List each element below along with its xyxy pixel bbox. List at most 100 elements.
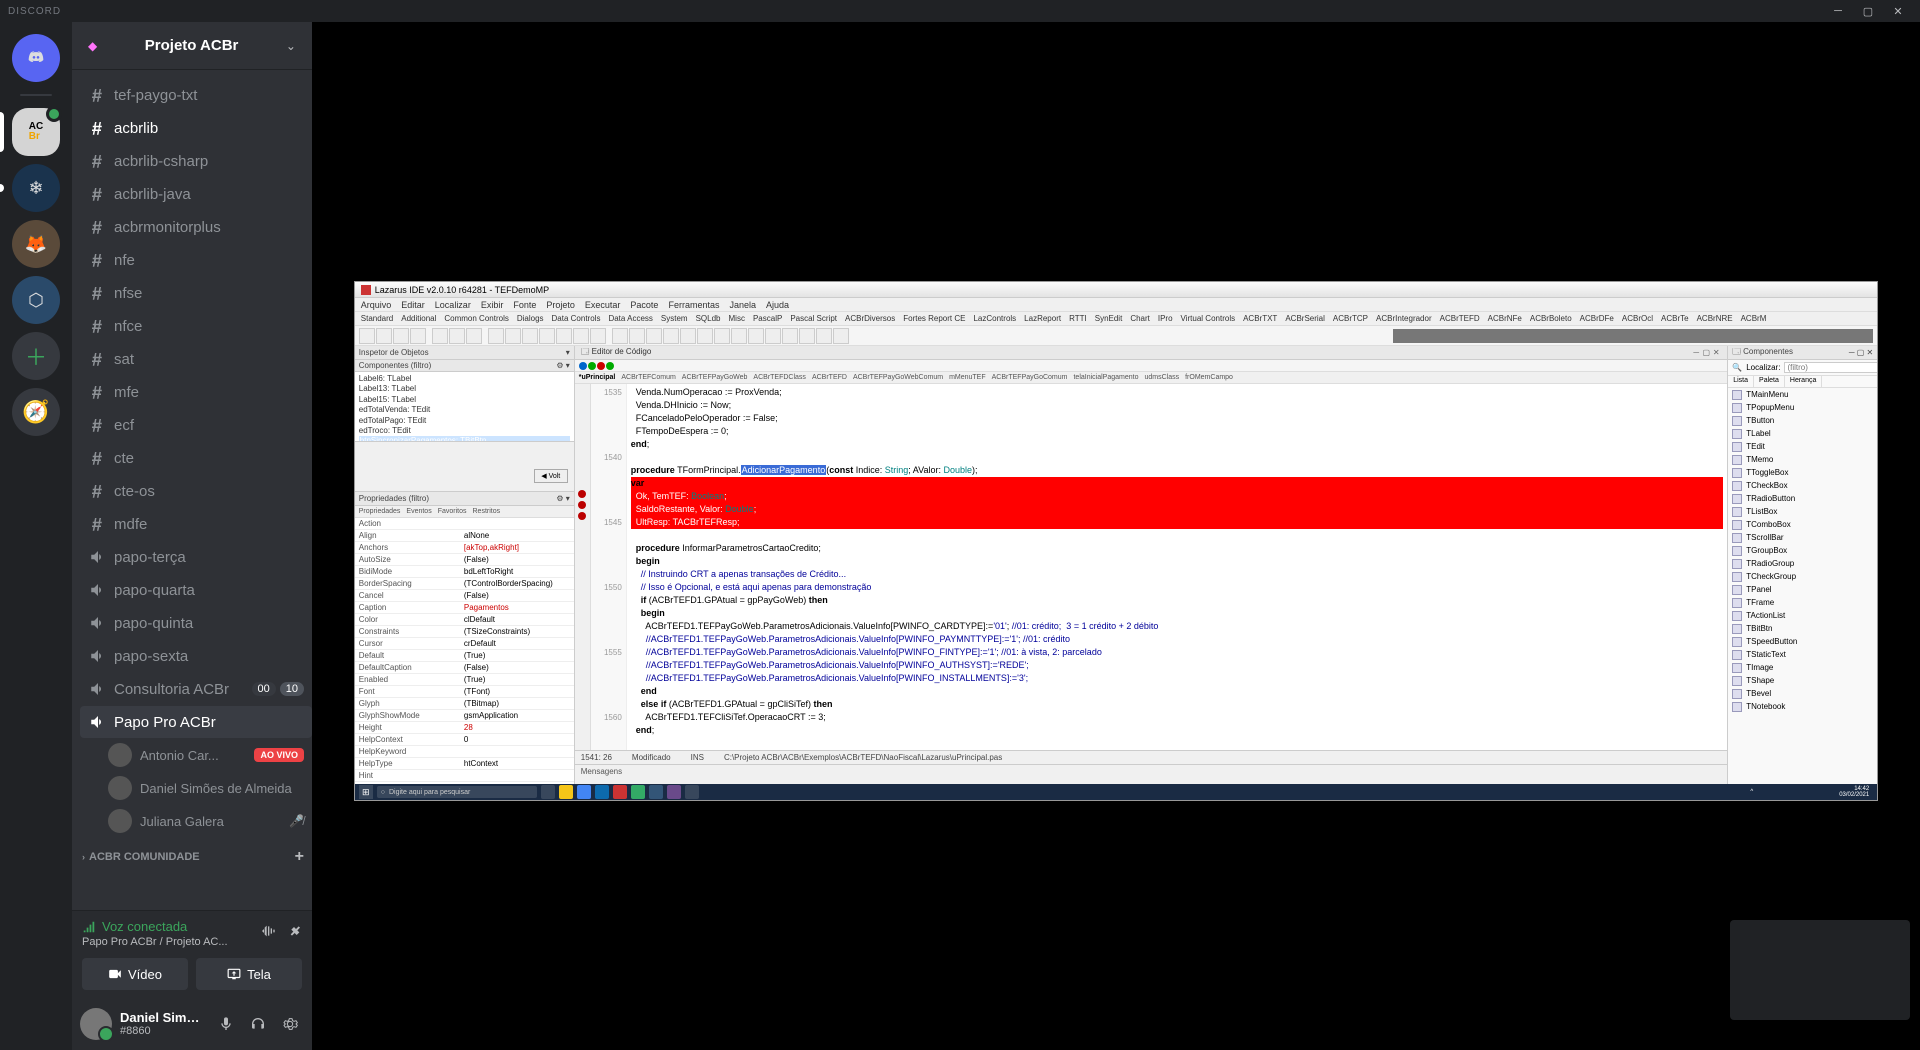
active-voice-channel[interactable]: Papo Pro ACBr	[80, 706, 312, 738]
component-item[interactable]: TStaticText	[1728, 648, 1877, 661]
component-item[interactable]: TRadioButton	[1728, 492, 1877, 505]
mute-button[interactable]	[212, 1010, 240, 1038]
video-button[interactable]: Vídeo	[82, 958, 188, 990]
voice-channel[interactable]: papo-terça	[80, 541, 312, 573]
editor-tab[interactable]: ACBrTEFPayGoComum	[992, 374, 1068, 381]
text-channel[interactable]: tef-paygo-txt	[80, 79, 312, 111]
menu-item[interactable]: Editar	[401, 300, 425, 310]
palette-tab[interactable]: System	[661, 314, 688, 323]
close-button[interactable]: ✕	[1884, 0, 1912, 22]
prop-name[interactable]: Align	[355, 530, 460, 542]
object-inspector[interactable]: Inspetor de Objetos▾ Componentes (filtro…	[355, 346, 575, 784]
editor-tab[interactable]: ACBrTEFDClass	[753, 374, 806, 381]
prop-value[interactable]: (TControlBorderSpacing)	[460, 578, 574, 590]
taskbar-clock[interactable]: 14:4203/02/2021	[1835, 786, 1873, 798]
task-view-button[interactable]	[541, 785, 555, 799]
palette-tab[interactable]: ACBrOcl	[1622, 314, 1653, 323]
palette-tab[interactable]: Standard	[361, 314, 393, 323]
component-item[interactable]: TPanel	[1728, 583, 1877, 596]
component-item[interactable]: TScrollBar	[1728, 531, 1877, 544]
prop-name[interactable]: Caption	[355, 602, 460, 614]
palette-tab[interactable]: Common Controls	[444, 314, 508, 323]
editor-tab[interactable]: ACBrTEFPayGoWebComum	[853, 374, 943, 381]
palette-tab[interactable]: IPro	[1158, 314, 1173, 323]
prop-value[interactable]: gsmApplication	[460, 710, 574, 722]
text-channel[interactable]: nfe	[80, 244, 312, 276]
prop-name[interactable]: Font	[355, 686, 460, 698]
editor-tab[interactable]: mMenuTEF	[949, 374, 986, 381]
component-item[interactable]: TListBox	[1728, 505, 1877, 518]
ide-toolbar[interactable]	[355, 326, 1877, 346]
server-item[interactable]: 🦊	[12, 220, 60, 268]
prop-value[interactable]: 28	[460, 722, 574, 734]
component-item[interactable]: TBevel	[1728, 687, 1877, 700]
taskbar-app[interactable]	[613, 785, 627, 799]
palette-tab[interactable]: Dialogs	[517, 314, 544, 323]
palette-tab[interactable]: Virtual Controls	[1181, 314, 1236, 323]
tree-node[interactable]: edTroco: TEdit	[359, 426, 570, 436]
prop-value[interactable]: alNone	[460, 530, 574, 542]
palette-tab[interactable]: SynEdit	[1095, 314, 1123, 323]
voice-user[interactable]: Daniel Simões de Almeida	[80, 772, 312, 804]
component-item[interactable]: TShape	[1728, 674, 1877, 687]
system-tray[interactable]: ^	[1750, 787, 1831, 797]
taskbar-app[interactable]	[685, 785, 699, 799]
noise-suppress-button[interactable]	[260, 923, 276, 944]
component-item[interactable]: TCheckGroup	[1728, 570, 1877, 583]
server-item[interactable]: ⬡	[12, 276, 60, 324]
text-channel[interactable]: mfe	[80, 376, 312, 408]
prop-name[interactable]: Enabled	[355, 674, 460, 686]
voice-channel[interactable]: Consultoria ACBr0010	[80, 673, 312, 705]
deafen-button[interactable]	[244, 1010, 272, 1038]
settings-button[interactable]	[276, 1010, 304, 1038]
menu-item[interactable]: Arquivo	[361, 300, 392, 310]
palette-tab[interactable]: PascalP	[753, 314, 782, 323]
palette-tab[interactable]: ACBrTe	[1661, 314, 1689, 323]
breakpoint-icon[interactable]	[578, 501, 586, 509]
text-channel[interactable]: acbrlib-csharp	[80, 145, 312, 177]
component-item[interactable]: TNotebook	[1728, 700, 1877, 713]
voice-channel[interactable]: papo-sexta	[80, 640, 312, 672]
start-button[interactable]: ⊞	[359, 785, 373, 799]
component-item[interactable]: TMemo	[1728, 453, 1877, 466]
prop-value[interactable]: clDefault	[460, 614, 574, 626]
minimize-button[interactable]: ─	[1824, 0, 1852, 22]
prop-value[interactable]	[460, 518, 574, 530]
component-item[interactable]: TToggleBox	[1728, 466, 1877, 479]
code-editor[interactable]: 🗔 Editor de Código ─▢✕ *uPrincipalACBrTE…	[575, 346, 1727, 784]
prop-name[interactable]: BidiMode	[355, 566, 460, 578]
prop-value[interactable]: (TSizeConstraints)	[460, 626, 574, 638]
palette-tab[interactable]: ACBrM	[1741, 314, 1767, 323]
palette-tab[interactable]: ACBrSerial	[1285, 314, 1325, 323]
menu-item[interactable]: Janela	[729, 300, 756, 310]
palette-tab[interactable]: ACBrDiversos	[845, 314, 895, 323]
prop-name[interactable]: HelpContext	[355, 734, 460, 746]
user-avatar[interactable]	[80, 1008, 112, 1040]
breakpoint-icon[interactable]	[578, 512, 586, 520]
prop-name[interactable]: DefaultCaption	[355, 662, 460, 674]
prop-value[interactable]: (False)	[460, 590, 574, 602]
palette-tab[interactable]: Data Access	[608, 314, 652, 323]
text-channel[interactable]: nfse	[80, 277, 312, 309]
palette-tab[interactable]: Misc	[729, 314, 745, 323]
windows-taskbar[interactable]: ⊞ ○ Digite aqui para pesquisar ^	[355, 784, 1877, 800]
pip-self-view[interactable]	[1730, 920, 1910, 1020]
text-channel[interactable]: acbrmonitorplus	[80, 211, 312, 243]
components-list-panel[interactable]: 🗔 Componentes─ ▢ ✕ 🔍 Localizar: ListaPal…	[1727, 346, 1877, 784]
text-channel[interactable]: mdfe	[80, 508, 312, 540]
messages-panel[interactable]: Mensagens	[575, 764, 1727, 784]
disconnect-button[interactable]	[286, 923, 302, 944]
editor-tab[interactable]: ACBrTEFComum	[621, 374, 675, 381]
prop-value[interactable]: (TBitmap)	[460, 698, 574, 710]
prop-value[interactable]: (False)	[460, 662, 574, 674]
component-item[interactable]: TEdit	[1728, 440, 1877, 453]
prop-value[interactable]: [akTop,akRight]	[460, 542, 574, 554]
prop-name[interactable]: Hint	[355, 770, 460, 782]
prop-name[interactable]: Default	[355, 650, 460, 662]
screen-share-button[interactable]: Tela	[196, 958, 302, 990]
breakpoint-icon[interactable]	[578, 490, 586, 498]
ide-menu-bar[interactable]: ArquivoEditarLocalizarExibirFonteProjeto…	[355, 298, 1877, 312]
prop-tab[interactable]: Propriedades	[359, 508, 401, 515]
editor-tab[interactable]: ACBrTEFPayGoWeb	[682, 374, 748, 381]
taskbar-app[interactable]	[631, 785, 645, 799]
